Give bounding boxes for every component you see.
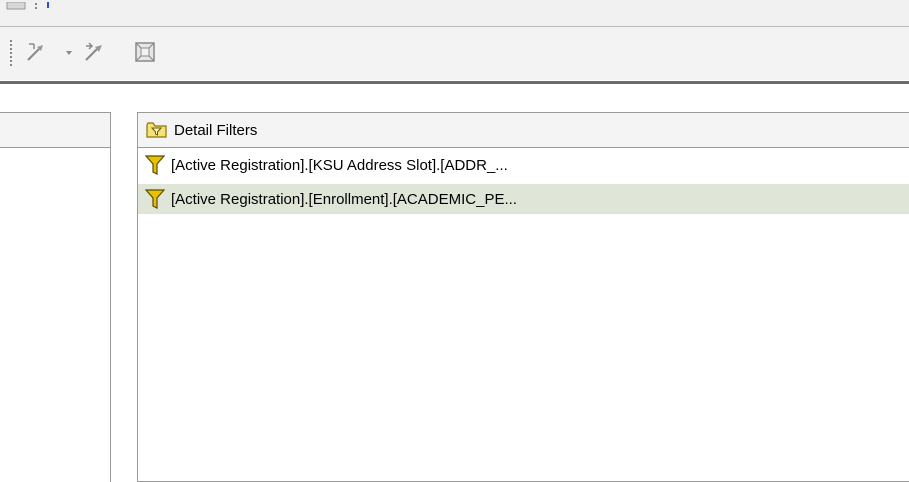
left-pane bbox=[0, 112, 111, 482]
edit-filter-icon bbox=[82, 41, 108, 63]
detail-filters-header: Detail Filters bbox=[137, 112, 909, 148]
filter-item-selected[interactable]: [Active Registration].[Enrollment].[ACAD… bbox=[138, 184, 909, 214]
separator-icon bbox=[34, 0, 38, 16]
insert-filter-dropdown[interactable] bbox=[63, 44, 75, 60]
edit-filter-button[interactable] bbox=[82, 39, 108, 65]
filter-folder-icon bbox=[146, 120, 172, 140]
toolbar-separator bbox=[10, 40, 12, 66]
top-icon-row bbox=[6, 0, 52, 14]
partial-icon[interactable] bbox=[6, 0, 28, 16]
insert-filter-icon bbox=[25, 41, 49, 63]
left-pane-header bbox=[0, 112, 110, 148]
filter-expression: [Active Registration].[KSU Address Slot]… bbox=[171, 156, 508, 174]
detail-filters-title: Detail Filters bbox=[174, 121, 258, 139]
insert-filter-button[interactable] bbox=[24, 39, 50, 65]
funnel-icon bbox=[143, 187, 167, 211]
funnel-icon bbox=[143, 153, 167, 177]
filter-item[interactable]: [Active Registration].[KSU Address Slot]… bbox=[138, 150, 909, 180]
top-toolbar-strip bbox=[0, 0, 909, 27]
partial-blue-icon[interactable] bbox=[44, 0, 52, 16]
grid-icon bbox=[134, 41, 156, 63]
toolbar-divider bbox=[0, 81, 909, 84]
grid-button[interactable] bbox=[132, 39, 158, 65]
filter-expression: [Active Registration].[Enrollment].[ACAD… bbox=[171, 190, 517, 208]
chevron-down-icon bbox=[65, 44, 73, 60]
